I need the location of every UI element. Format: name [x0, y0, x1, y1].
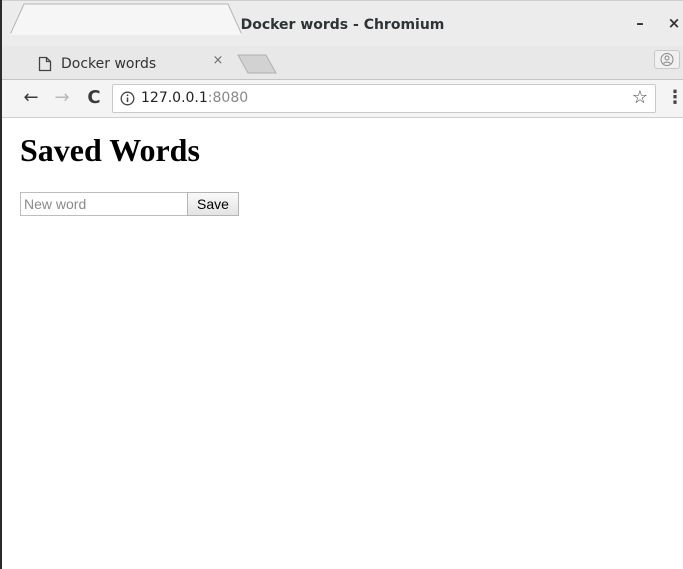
back-arrow-icon[interactable]: ← [19, 86, 43, 110]
tab-title: Docker words [61, 56, 157, 72]
tab-docker-words[interactable] [10, 3, 242, 35]
reload-icon[interactable]: C [82, 86, 106, 110]
tab-close-icon[interactable]: × [210, 53, 226, 69]
page-title: Saved Words [20, 132, 200, 168]
page-icon [38, 56, 52, 72]
close-window-button[interactable]: × [663, 12, 683, 34]
save-button[interactable]: Save [187, 192, 239, 216]
minimize-button[interactable]: – [629, 12, 651, 34]
forward-arrow-icon[interactable]: → [50, 86, 74, 110]
info-icon[interactable] [120, 91, 135, 106]
menu-kebab-icon[interactable]: ⋮ [666, 86, 683, 110]
browser-window: Docker words - Chromium – × Docker words… [0, 0, 683, 569]
url-host: 127.0.0.1 [141, 90, 208, 106]
tab-content: Docker words [26, 50, 232, 78]
url-port: :8080 [207, 90, 249, 106]
profile-icon[interactable] [654, 50, 680, 69]
bookmark-star-icon[interactable]: ☆ [630, 86, 650, 110]
new-tab-button[interactable] [236, 54, 278, 74]
new-word-input[interactable] [20, 192, 188, 216]
page-content [2, 119, 683, 569]
url-text[interactable]: 127.0.0.1:8080 [141, 85, 248, 112]
